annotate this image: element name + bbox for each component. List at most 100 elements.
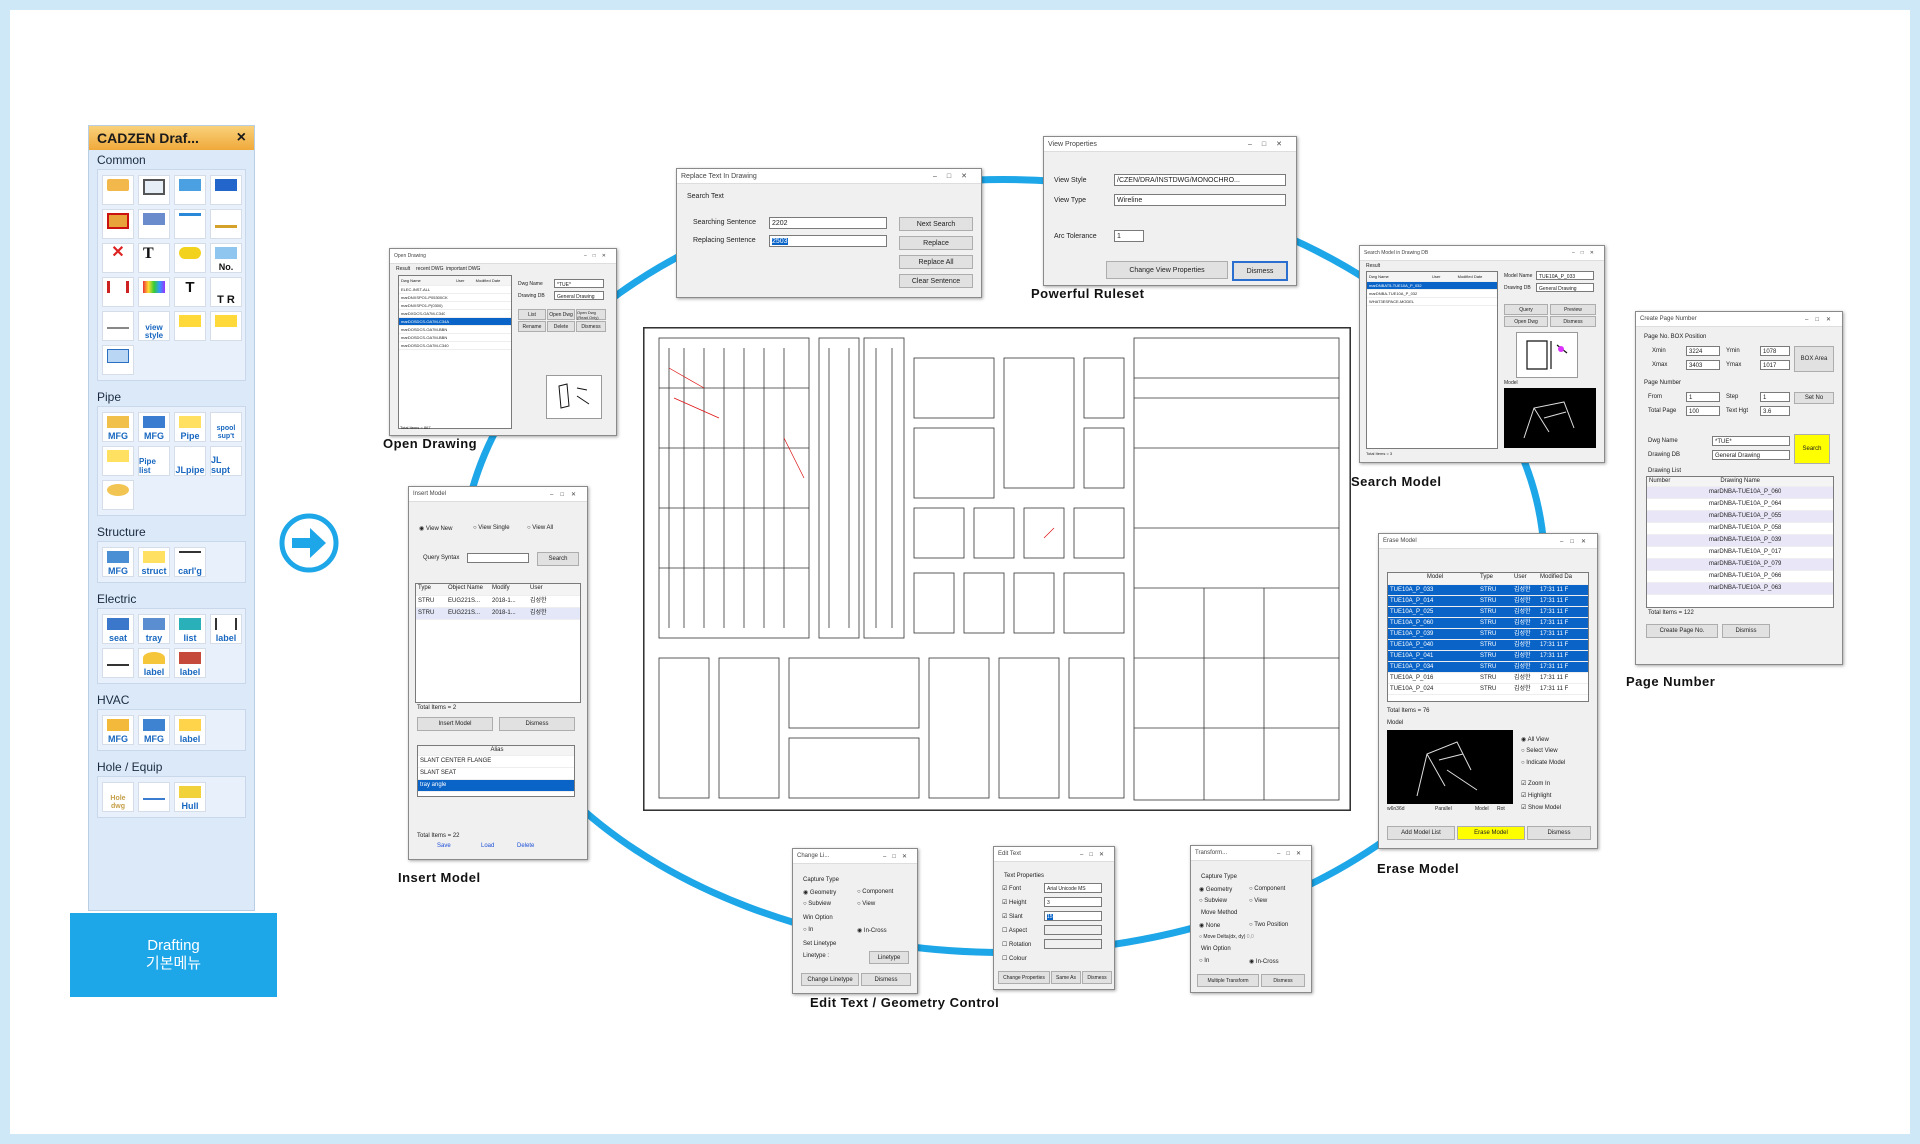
window-controls-icon[interactable]: –□✕ [1277, 850, 1307, 857]
table-row[interactable]: TUE10A_P_041 STRU 김성한 17:31 11 F [1388, 651, 1588, 662]
view-dismiss-button[interactable]: Dismess [1232, 261, 1288, 281]
insert-titlebar[interactable]: Insert Model –□✕ [409, 487, 587, 502]
text-icon[interactable]: T [138, 243, 170, 273]
hole-dwg-icon[interactable]: Hole dwg [102, 782, 134, 812]
search-open-dwg-button[interactable]: Open Dwg [1504, 316, 1548, 327]
list-item[interactable]: marDXDCS-OA7M-C340 [399, 310, 511, 318]
export-icon[interactable] [174, 175, 206, 205]
list-item[interactable]: SLANT CENTER FLANGE [418, 756, 574, 768]
incross-radio[interactable]: ◉ In-Cross [857, 927, 887, 934]
electric-list-icon[interactable]: list [174, 614, 206, 644]
arc-tolerance-input[interactable]: 1 [1114, 230, 1144, 242]
slant-input[interactable]: 15 [1044, 911, 1102, 921]
view-style-icon[interactable]: view style [138, 311, 170, 341]
add-model-list-button[interactable]: Add Model List [1387, 826, 1455, 840]
tab-important-dwg[interactable]: important DWG [446, 266, 480, 272]
table-row[interactable]: marDNBA-TUE10A_P_066 [1647, 571, 1833, 583]
erase-model-table[interactable]: Model Type User Modified Da TUE10A_P_033 STR… [1387, 572, 1589, 702]
set-no-button[interactable]: Set No [1794, 392, 1834, 404]
table-row[interactable]: TUE10A_P_034 STRU 김성한 17:31 11 F [1388, 662, 1588, 673]
load-link[interactable]: Load [481, 843, 494, 849]
color-palette-icon[interactable] [138, 277, 170, 307]
view-all-radio[interactable]: ○ View All [527, 525, 553, 531]
all-view-radio[interactable]: ◉ All View [1521, 736, 1549, 743]
insert-result-table[interactable]: Type Object Name Modify User STRU EUG221S...… [415, 583, 581, 703]
hvac-label-icon[interactable]: label [174, 715, 206, 745]
list-item[interactable]: marDNBAT5-TUE10A_P_032 [1367, 282, 1497, 290]
table-row[interactable]: TUE10A_P_014 STRU 김성한 17:31 11 F [1388, 596, 1588, 607]
pipe-dwg-icon[interactable]: Pipe [174, 412, 206, 442]
table-row[interactable]: TUE10A_P_024 STRU 김성한 17:31 11 F [1388, 684, 1588, 695]
show-model-checkbox[interactable]: ☑ Show Model [1521, 804, 1561, 811]
slant-checkbox[interactable]: ☑ Slant [1002, 913, 1023, 920]
table-row[interactable]: TUE10A_P_060 STRU 김성한 17:31 11 F [1388, 618, 1588, 629]
text-style-icon[interactable]: T [174, 277, 206, 307]
view-style-select[interactable]: /CZEN/DRA/INSTDWG/MONOCHRO... [1114, 174, 1286, 186]
change-dismiss-button[interactable]: Dismess [861, 973, 911, 986]
same-as-button[interactable]: Same As [1051, 971, 1081, 984]
erase-titlebar[interactable]: Erase Model –□✕ [1379, 534, 1597, 549]
transform-dismiss-button[interactable]: Dismess [1261, 974, 1305, 987]
transform-in-radio[interactable]: ○ In [1199, 958, 1209, 964]
list-item[interactable]: marDOSDCS-OA7M-BBN [399, 334, 511, 342]
delete-link[interactable]: Delete [517, 843, 534, 849]
table-row[interactable]: TUE10A_P_033 STRU 김성한 17:31 11 F [1388, 585, 1588, 596]
table-row[interactable]: TUE10A_P_016 STRU 김성한 17:31 11 F [1388, 673, 1588, 684]
rotation-input[interactable] [1044, 939, 1102, 949]
replace-button[interactable]: Replace [899, 236, 973, 250]
query-button[interactable]: Query [1504, 304, 1548, 315]
transform-component-radio[interactable]: ○ Component [1249, 886, 1285, 892]
page-dwg-name-input[interactable]: *TUE* [1712, 436, 1790, 446]
jl-support-icon[interactable]: JL supt [210, 446, 242, 476]
search-result-list[interactable]: Dwg Name User Modified Date marDNBAT5-TUE10… [1366, 271, 1498, 449]
table-row[interactable]: marDNBA-TUE10A_P_063 [1647, 583, 1833, 595]
cad-drawing-sheet[interactable] [643, 327, 1351, 811]
none-radio[interactable]: ◉ None [1199, 922, 1220, 929]
list-item[interactable]: marDNXSPO1-P05300CK [399, 294, 511, 302]
table-row[interactable]: marDNBA-TUE10A_P_017 [1647, 547, 1833, 559]
transform-geometry-radio[interactable]: ◉ Geometry [1199, 886, 1232, 893]
list-item[interactable]: marDOSDCS-OA7M-C340 [399, 342, 511, 350]
window-controls-icon[interactable]: –□✕ [883, 853, 913, 860]
clear-sentence-button[interactable]: Clear Sentence [899, 274, 973, 288]
page-titlebar[interactable]: Create Page Number –□✕ [1636, 312, 1842, 327]
window-controls-icon[interactable]: –□✕ [550, 491, 583, 498]
notes-icon[interactable] [174, 311, 206, 341]
pipe-spool-icon[interactable] [102, 446, 134, 476]
view-single-radio[interactable]: ○ View Single [473, 525, 510, 531]
window-controls-icon[interactable]: –□✕ [1080, 851, 1110, 858]
window-controls-icon[interactable]: –□✕ [1560, 538, 1593, 545]
change-view-properties-button[interactable]: Change View Properties [1106, 261, 1228, 279]
table-row[interactable]: marDNBA-TUE10A_P_039 [1647, 535, 1833, 547]
leader-note-icon[interactable] [210, 311, 242, 341]
spool-support-icon[interactable]: spool sup't [210, 412, 242, 442]
erase-dismiss-button[interactable]: Dismess [1527, 826, 1591, 840]
layer-icon[interactable] [102, 345, 134, 375]
structure-icon[interactable]: struct [138, 547, 170, 577]
font-select[interactable]: Arial Unicode MS [1044, 883, 1102, 893]
change-linetype-button[interactable]: Change Linetype [801, 973, 859, 986]
window-controls-icon[interactable]: –□✕ [1248, 140, 1292, 148]
edittext-dismiss-button[interactable]: Dismess [1082, 971, 1112, 984]
height-input[interactable]: 3 [1044, 897, 1102, 907]
drafting-basic-menu-button[interactable]: Drafting 기본메뉴 [70, 913, 277, 997]
save-link[interactable]: Save [437, 843, 451, 849]
table-row[interactable]: STRU EUG221S... 2018-1... 김성한 [416, 608, 580, 620]
transform-view-radio[interactable]: ○ View [1249, 898, 1267, 904]
dimension-icon[interactable] [102, 277, 134, 307]
preview-button[interactable]: Preview [1550, 304, 1596, 315]
list-item[interactable]: marDOSDCS-OA7M-C34A [399, 318, 511, 326]
dwg-name-input[interactable]: *TUE* [554, 279, 604, 288]
from-input[interactable]: 1 [1686, 392, 1720, 402]
rotation-checkbox[interactable]: ☐ Rotation [1002, 941, 1031, 948]
open-dwg-button[interactable]: Open Dwg [547, 309, 575, 320]
pipe-circle-icon[interactable] [102, 480, 134, 510]
window-controls-icon[interactable]: –□✕ [1572, 250, 1600, 256]
list-item[interactable]: tray angle [418, 780, 574, 792]
in-radio[interactable]: ○ In [803, 927, 813, 933]
window-controls-icon[interactable]: –□✕ [584, 253, 612, 259]
hvac-mfg-duct-icon[interactable]: MFG [138, 715, 170, 745]
colour-checkbox[interactable]: ☐ Colour [1002, 955, 1027, 962]
hvac-mfg-icon[interactable]: MFG [102, 715, 134, 745]
window-controls-icon[interactable]: –□✕ [1805, 316, 1838, 323]
